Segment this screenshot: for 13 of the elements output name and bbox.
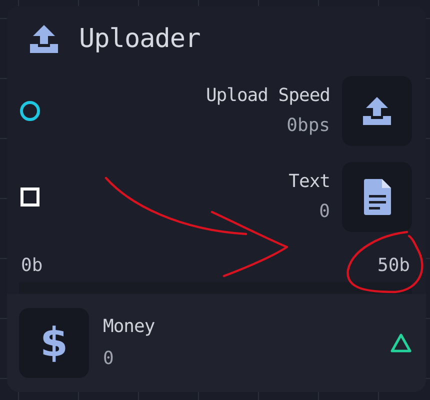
output-value: 0 [103, 347, 115, 372]
row-value: 0bps [286, 114, 330, 138]
row-label: Upload Speed [204, 84, 330, 108]
row-value: 0 [318, 200, 330, 224]
range-max: 50b [377, 254, 410, 276]
document-icon [362, 178, 392, 215]
range-min: 0b [21, 254, 43, 276]
node-title: Uploader [79, 24, 200, 54]
dollar-icon: $ [19, 308, 89, 378]
upload-icon [362, 96, 392, 126]
row-label: Text [288, 170, 330, 194]
upload-icon [29, 24, 59, 54]
output-label: Money [103, 315, 156, 340]
